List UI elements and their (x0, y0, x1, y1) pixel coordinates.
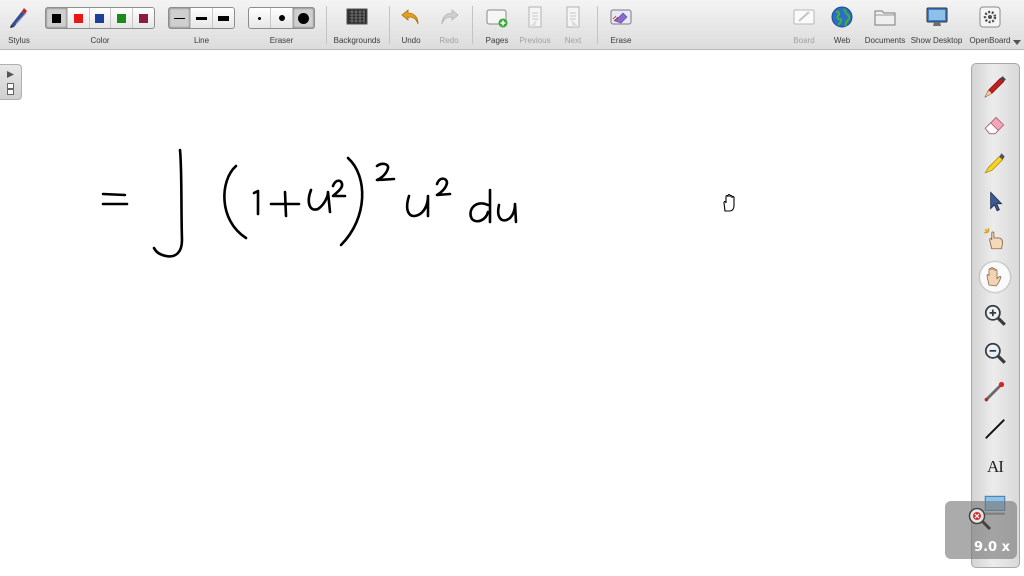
ink-u-base (307, 188, 332, 214)
hand-tool-button[interactable] (980, 262, 1010, 292)
ink-letter-d (469, 188, 492, 224)
board-canvas[interactable] (0, 0, 1024, 576)
line-tool-button[interactable] (980, 414, 1010, 444)
ink-plus-sign (269, 190, 301, 218)
zoom-out-tool-button[interactable] (980, 338, 1010, 368)
ink-u-letter (405, 194, 430, 218)
laser-pointer-icon (984, 381, 1005, 402)
ink-digit-one (252, 189, 260, 216)
pen-tool-button[interactable] (980, 72, 1010, 102)
ink-equals-sign (101, 192, 129, 206)
eraser-icon (984, 116, 1005, 135)
zoom-out-icon (984, 342, 1006, 364)
eraser-tool-button[interactable] (980, 110, 1010, 140)
zoom-in-tool-button[interactable] (980, 300, 1010, 330)
text-tool-button[interactable]: AI (980, 452, 1010, 482)
selector-tool-button[interactable] (980, 186, 1010, 216)
ink-exponent-two-u (435, 177, 452, 197)
ink-close-paren (339, 156, 364, 247)
zoom-indicator: 9.0 x (945, 501, 1017, 559)
zoom-reset-icon[interactable] (966, 505, 994, 533)
pen-icon (984, 76, 1006, 98)
ink-integral-sign (152, 148, 184, 258)
selector-icon (990, 191, 1003, 212)
line-icon (985, 419, 1005, 439)
highlighter-icon (984, 153, 1005, 174)
ink-exponent-two-outer (375, 162, 396, 182)
hand-icon (986, 267, 1002, 287)
text-icon: AI (987, 457, 1004, 476)
interact-tool-button[interactable] (980, 224, 1010, 254)
highlighter-tool-button[interactable] (980, 148, 1010, 178)
tool-palette: AI (971, 63, 1020, 568)
zoom-in-icon (984, 304, 1006, 326)
zoom-level-text: 9.0 x (974, 540, 1010, 555)
ink-letter-u-du (496, 202, 518, 224)
openboard-window: Stylus Color Line Eraser Backgrounds Und… (0, 0, 1024, 576)
ink-exponent-two-inner (331, 179, 347, 198)
laser-pointer-tool-button[interactable] (980, 376, 1010, 406)
ink-open-paren (223, 164, 248, 240)
hand-cursor-icon (723, 193, 735, 212)
interact-icon (984, 228, 1004, 250)
